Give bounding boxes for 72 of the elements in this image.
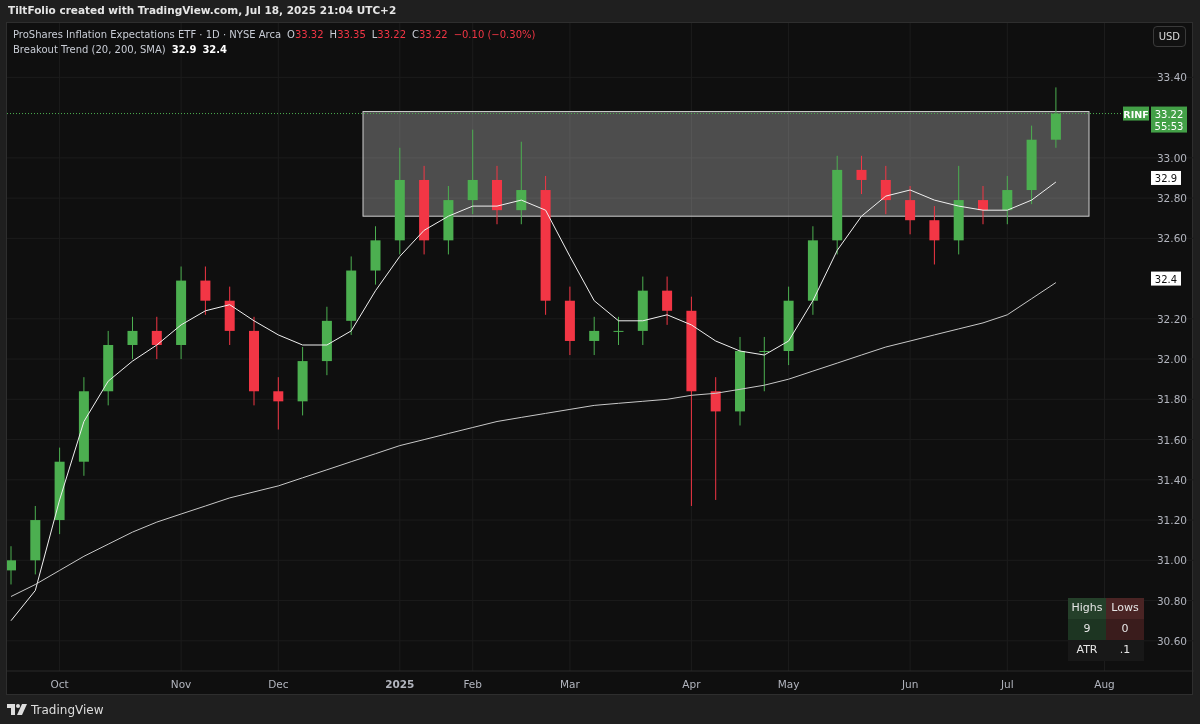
highs-count: 9 <box>1068 619 1106 640</box>
candlestick <box>929 205 940 265</box>
atr-label: ATR <box>1068 640 1106 661</box>
candlestick <box>7 545 16 585</box>
time-axis-label: Apr <box>682 678 701 690</box>
indicator-value: 32.4 <box>202 44 228 55</box>
price-axis-label: 32.00 <box>1156 353 1187 366</box>
currency-button[interactable]: USD <box>1152 26 1186 47</box>
price-axis-label: 30.80 <box>1156 594 1187 607</box>
time-axis-label: Mar <box>560 678 580 690</box>
price-axis-label: 31.20 <box>1156 514 1187 527</box>
ohlc-value: H33.35 <box>329 29 366 40</box>
candlestick <box>127 316 138 360</box>
candlestick <box>1002 175 1013 225</box>
time-axis-label: May <box>777 678 800 690</box>
candlestick <box>856 155 867 195</box>
brand-name: TradingView <box>31 701 104 719</box>
candlestick <box>200 266 211 316</box>
atr-value: .1 <box>1106 640 1144 661</box>
price-axis-label: 31.40 <box>1156 473 1187 486</box>
price-axis-label: 33.40 <box>1156 71 1187 84</box>
candlestick <box>613 316 624 346</box>
price-axis-label: 31.60 <box>1156 433 1187 446</box>
last-price-tag: 33.22 55:53 <box>1151 106 1187 133</box>
price-axis-label: 31.80 <box>1156 393 1187 406</box>
candlestick <box>978 185 988 225</box>
time-axis-label: Jul <box>1000 678 1014 690</box>
candlestick <box>151 316 162 360</box>
candlestick <box>30 505 41 575</box>
time-axis-label: Jun <box>901 678 919 690</box>
lows-count: 0 <box>1106 619 1144 640</box>
time-axis-label: 2025 <box>385 678 415 690</box>
time-axis-label: Nov <box>170 678 192 690</box>
candlestick <box>759 336 770 392</box>
price-axis-label: 32.80 <box>1156 192 1187 205</box>
price-axis-label: 31.00 <box>1156 554 1187 567</box>
time-axis-label: Dec <box>268 678 289 690</box>
lows-header: Lows <box>1106 598 1144 619</box>
candlestick <box>880 165 891 215</box>
candlestick <box>443 185 454 255</box>
price-change: −0.10 (−0.30%) <box>453 29 536 40</box>
candlestick <box>637 276 648 346</box>
chart-credit-text: TiltFolio created with TradingView.com, Jul 18, 2025 21:04 UTC+2 <box>8 4 397 16</box>
price-axis-label: 32.60 <box>1156 232 1187 245</box>
candlestick <box>370 225 381 286</box>
highs-header: Highs <box>1068 598 1106 619</box>
candlestick <box>564 286 575 356</box>
indicator-price-tag: 32.9 <box>1151 170 1181 185</box>
candlestick <box>589 316 600 356</box>
time-axis-label: Oct <box>50 678 69 690</box>
candlestick <box>492 165 502 225</box>
candlestick <box>905 185 916 235</box>
time-axis-label: Feb <box>463 678 482 690</box>
price-axis-label: 33.00 <box>1156 151 1187 164</box>
ohlc-value: O33.32 <box>287 29 324 40</box>
symbol-tag: RINF <box>1123 106 1149 121</box>
indicator-value: 32.9 <box>171 44 197 55</box>
candlestick <box>662 276 673 326</box>
indicator-price-tag: 32.4 <box>1151 271 1181 286</box>
candlestick <box>297 346 308 416</box>
candlestick <box>273 376 284 430</box>
candlestick <box>224 286 235 346</box>
indicator-name: Breakout Trend (20, 200, SMA) <box>13 44 166 55</box>
ohlc-value: L33.22 <box>371 29 406 40</box>
price-axis-label: 32.20 <box>1156 312 1187 325</box>
time-axis-label: Aug <box>1094 678 1115 690</box>
symbol-title: ProShares Inflation Expectations ETF · 1D · NYSE Arca <box>13 29 282 40</box>
ohlc-value: C33.22 <box>412 29 448 40</box>
candlestick <box>321 306 332 376</box>
price-axis-label: 30.60 <box>1156 634 1187 647</box>
candlestick <box>1050 86 1061 149</box>
logo-icon <box>7 704 27 715</box>
